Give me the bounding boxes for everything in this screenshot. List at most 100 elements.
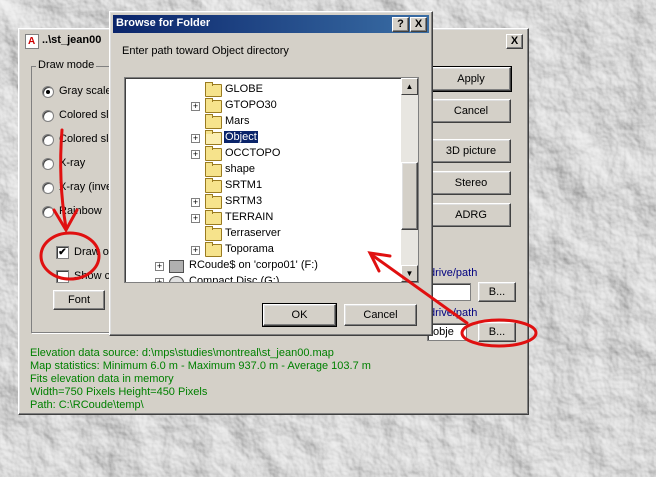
drive-path-label-1: drive/path <box>429 267 478 279</box>
tree-item[interactable]: + Compact Disc (G:) <box>125 274 401 283</box>
tree-item[interactable]: SRTM1 <box>125 178 401 194</box>
arrow-down-icon: ▼ <box>405 269 414 278</box>
tree-item[interactable]: GLOBE <box>125 82 401 98</box>
arrow-up-icon: ▲ <box>405 82 414 91</box>
dialog-prompt: Enter path toward Object directory <box>122 45 289 57</box>
dialog-title: Browse for Folder <box>116 17 211 29</box>
tree-item[interactable]: + SRTM3 <box>125 194 401 210</box>
radio-gray-scale[interactable] <box>42 86 54 98</box>
tree-item-label: RCoude$ on 'corpo01' (F:) <box>189 259 318 271</box>
expand-icon[interactable]: + <box>155 278 164 282</box>
expand-icon[interactable]: + <box>191 150 200 159</box>
folder-icon <box>205 242 222 257</box>
dialog-titlebar[interactable]: Browse for Folder ? X <box>113 15 429 33</box>
draw-outline-label: Draw o <box>74 246 109 258</box>
show-checkbox[interactable] <box>56 270 69 283</box>
3d-picture-button[interactable]: 3D picture <box>431 139 511 163</box>
tree-item[interactable]: + RCoude$ on 'corpo01' (F:) <box>125 258 401 274</box>
checkmark-icon: ✔ <box>58 247 67 258</box>
folder-icon <box>205 178 222 193</box>
scroll-thumb[interactable] <box>401 162 418 230</box>
expand-icon[interactable]: + <box>191 214 200 223</box>
tree-item-label: SRTM3 <box>225 195 263 207</box>
cd-drive-icon <box>169 276 184 282</box>
tree-item[interactable]: + GTOPO30 <box>125 98 401 114</box>
adrg-button[interactable]: ADRG <box>431 203 511 227</box>
draw-mode-legend: Draw mode <box>36 59 97 71</box>
tree-item-label: Object <box>224 131 258 143</box>
tree-item-label: Toporama <box>225 243 274 255</box>
map-window-title: ..\st_jean00 <box>42 34 102 46</box>
tree-item-label: Mars <box>225 115 250 127</box>
folder-icon <box>205 162 222 177</box>
folder-tree[interactable]: GLOBE + GTOPO30 Mars + Object + OCCTOPO shape SRT… <box>124 77 419 283</box>
stereo-button[interactable]: Stereo <box>431 171 511 195</box>
scroll-down-button[interactable]: ▼ <box>401 265 418 282</box>
map-window-close-button[interactable]: X <box>506 34 523 49</box>
close-icon: X <box>414 18 423 30</box>
tree-item[interactable]: shape <box>125 162 401 178</box>
folder-open-icon <box>205 130 222 145</box>
status-line-memory: Fits elevation data in memory <box>30 373 174 385</box>
app-icon: A <box>25 34 39 49</box>
radio-x-ray[interactable] <box>42 158 54 170</box>
dialog-close-button[interactable]: X <box>410 17 427 32</box>
expand-icon[interactable]: + <box>191 246 200 255</box>
help-button[interactable]: ? <box>392 17 409 32</box>
radio-label-colored-slope-1: Colored slo <box>59 109 115 121</box>
radio-label-colored-slope-2: Colored slo <box>59 133 115 145</box>
status-line-path: Path: C:\RCoude\temp\ <box>30 399 144 411</box>
drive-path-field-1[interactable] <box>427 283 471 301</box>
tree-item-label: OCCTOPO <box>225 147 281 159</box>
folder-icon <box>205 226 222 241</box>
tree-item[interactable]: + Toporama <box>125 242 401 258</box>
radio-label-rainbow: Rainbow <box>59 205 102 217</box>
radio-rainbow[interactable] <box>42 206 54 218</box>
folder-icon <box>205 82 222 97</box>
cancel-button[interactable]: Cancel <box>431 99 511 123</box>
folder-icon <box>205 114 222 129</box>
folder-icon <box>205 194 222 209</box>
expand-icon[interactable]: + <box>191 102 200 111</box>
radio-colored-slope-1[interactable] <box>42 110 54 122</box>
tree-item[interactable]: + OCCTOPO <box>125 146 401 162</box>
font-button[interactable]: Font <box>53 290 105 310</box>
apply-button[interactable]: Apply <box>430 66 512 92</box>
folder-icon <box>205 210 222 225</box>
tree-item-label: TERRAIN <box>225 211 274 223</box>
dialog-cancel-button[interactable]: Cancel <box>344 304 417 326</box>
draw-outline-checkbox[interactable]: ✔ <box>56 246 69 259</box>
radio-label-gray-scale: Gray scale <box>59 85 112 97</box>
expand-icon[interactable]: + <box>191 198 200 207</box>
close-icon: X <box>510 35 519 47</box>
expand-icon[interactable]: + <box>191 134 200 143</box>
scroll-up-button[interactable]: ▲ <box>401 78 418 95</box>
browse-button-1[interactable]: B... <box>478 282 516 302</box>
tree-item-label: GTOPO30 <box>225 99 277 111</box>
tree-scrollbar[interactable]: ▲ ▼ <box>401 78 418 282</box>
tree-item-label: Terraserver <box>225 227 281 239</box>
tree-item-label: shape <box>225 163 255 175</box>
tree-item[interactable]: Mars <box>125 114 401 130</box>
radio-label-x-ray-inverse: X-ray (inve <box>59 181 113 193</box>
expand-icon[interactable]: + <box>155 262 164 271</box>
help-icon: ? <box>397 18 404 30</box>
tree-item[interactable]: + Object <box>125 130 401 146</box>
radio-x-ray-inverse[interactable] <box>42 182 54 194</box>
ok-button[interactable]: OK <box>262 303 337 327</box>
network-drive-icon <box>169 260 184 273</box>
status-line-map-statistics: Map statistics: Minimum 6.0 m - Maximum … <box>30 360 371 372</box>
tree-item[interactable]: + TERRAIN <box>125 210 401 226</box>
tree-item-label: SRTM1 <box>225 179 263 191</box>
drive-path-label-2: drive/path <box>429 307 478 319</box>
folder-icon <box>205 98 222 113</box>
radio-colored-slope-2[interactable] <box>42 134 54 146</box>
tree-item[interactable]: Terraserver <box>125 226 401 242</box>
show-label: Show c <box>74 270 111 282</box>
folder-icon <box>205 146 222 161</box>
radio-label-x-ray: X-ray <box>59 157 86 169</box>
tree-item-label: Compact Disc (G:) <box>189 275 280 283</box>
status-line-elevation-source: Elevation data source: d:\mps\studies\mo… <box>30 347 334 359</box>
drive-path-field-2[interactable]: \obje <box>427 323 467 341</box>
browse-button-2[interactable]: B... <box>478 322 516 342</box>
